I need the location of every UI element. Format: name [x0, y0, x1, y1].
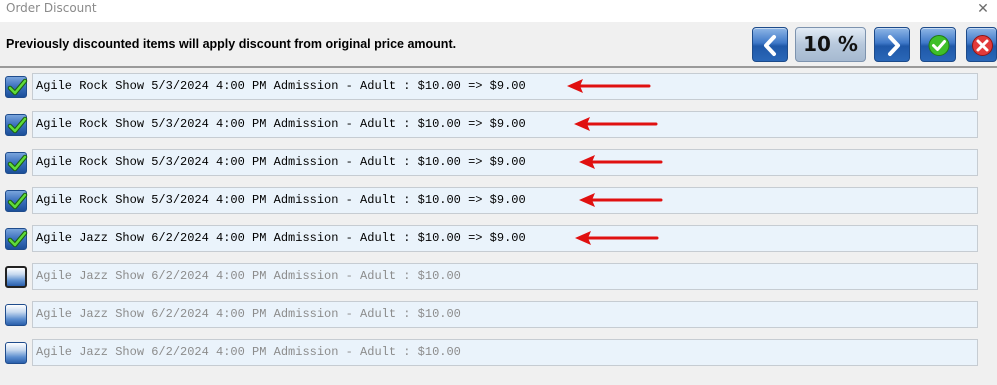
item-checkbox[interactable]	[5, 342, 27, 364]
list-item[interactable]: Agile Jazz Show 6/2/2024 4:00 PM Admissi…	[0, 223, 997, 253]
close-icon[interactable]: ✕	[975, 0, 991, 16]
cancel-button[interactable]	[966, 27, 997, 62]
checkmark-icon	[7, 116, 28, 134]
checkmark-icon	[7, 230, 28, 248]
discount-message: Previously discounted items will apply d…	[6, 37, 457, 51]
check-circle-icon	[928, 35, 950, 56]
list-item[interactable]: Agile Jazz Show 6/2/2024 4:00 PM Admissi…	[0, 299, 997, 329]
red-arrow-icon	[567, 79, 651, 93]
title-bar: Order Discount ✕	[0, 0, 997, 22]
item-checkbox[interactable]	[5, 228, 28, 250]
list-item[interactable]: Agile Rock Show 5/3/2024 4:00 PM Admissi…	[0, 147, 997, 177]
header-divider	[0, 66, 997, 68]
ok-button[interactable]	[920, 27, 956, 62]
red-arrow-icon	[575, 231, 659, 245]
item-checkbox[interactable]	[5, 152, 28, 174]
discount-percent-display: 10 %	[795, 27, 866, 62]
item-label: Agile Rock Show 5/3/2024 4:00 PM Admissi…	[32, 73, 978, 100]
red-arrow-icon	[574, 117, 658, 131]
list-item[interactable]: Agile Rock Show 5/3/2024 4:00 PM Admissi…	[0, 109, 997, 139]
list-item[interactable]: Agile Jazz Show 6/2/2024 4:00 PM Admissi…	[0, 261, 997, 291]
checkmark-icon	[7, 78, 28, 96]
increase-percent-button[interactable]	[874, 27, 910, 62]
list-item[interactable]: Agile Rock Show 5/3/2024 4:00 PM Admissi…	[0, 185, 997, 215]
checkmark-icon	[7, 154, 28, 172]
item-label: Agile Rock Show 5/3/2024 4:00 PM Admissi…	[32, 149, 978, 176]
red-arrow-icon	[579, 155, 663, 169]
item-checkbox[interactable]	[5, 114, 28, 136]
item-label: Agile Rock Show 5/3/2024 4:00 PM Admissi…	[32, 111, 978, 138]
decrease-percent-button[interactable]	[752, 27, 788, 62]
list-item[interactable]: Agile Rock Show 5/3/2024 4:00 PM Admissi…	[0, 71, 997, 101]
item-checkbox[interactable]	[5, 304, 27, 326]
chevron-right-icon	[888, 35, 900, 56]
list-item[interactable]: Agile Jazz Show 6/2/2024 4:00 PM Admissi…	[0, 337, 997, 367]
item-checkbox[interactable]	[5, 76, 28, 98]
checkmark-icon	[7, 192, 28, 210]
item-label: Agile Jazz Show 6/2/2024 4:00 PM Admissi…	[32, 263, 978, 290]
red-arrow-icon	[579, 193, 663, 207]
chevron-left-icon	[764, 35, 776, 56]
item-label: Agile Jazz Show 6/2/2024 4:00 PM Admissi…	[32, 301, 978, 328]
item-label: Agile Jazz Show 6/2/2024 4:00 PM Admissi…	[32, 339, 978, 366]
item-label: Agile Jazz Show 6/2/2024 4:00 PM Admissi…	[32, 225, 978, 252]
item-label: Agile Rock Show 5/3/2024 4:00 PM Admissi…	[32, 187, 978, 214]
item-checkbox[interactable]	[5, 266, 27, 288]
item-checkbox[interactable]	[5, 190, 28, 212]
window-title: Order Discount	[6, 1, 97, 15]
close-circle-icon	[972, 35, 993, 56]
